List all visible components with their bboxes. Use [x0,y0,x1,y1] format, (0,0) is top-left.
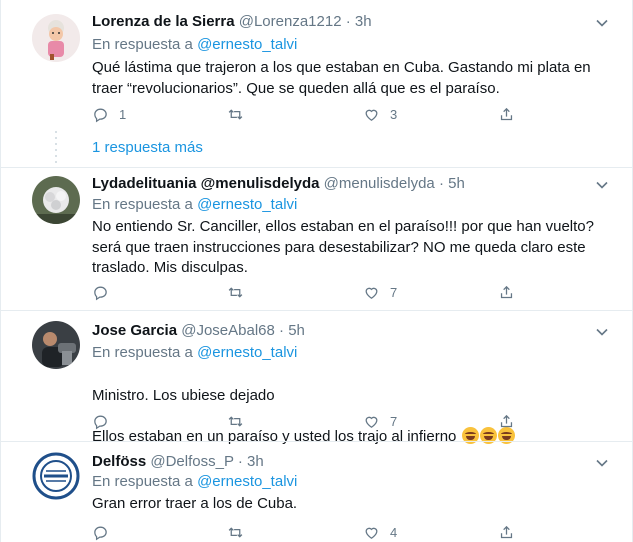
tweet-actions: 7 [92,282,532,302]
retweet-button[interactable] [227,522,244,542]
reply-count: 1 [119,106,127,122]
reply-to-link[interactable]: @ernesto_talvi [197,344,297,361]
heart-icon [365,287,378,299]
retweet-button[interactable] [227,282,244,302]
tweet-text: Qué lástima que trajeron a los que estab… [92,59,591,97]
tweet-1[interactable]: Lorenza de la Sierra @Lorenza1212 · 3h E… [1,0,632,168]
reply-icon [94,286,107,300]
like-button[interactable]: 7 [363,282,397,302]
tweet-4[interactable]: Delföss @Delfoss_P · 3h En respuesta a @… [1,442,632,542]
reply-to-link[interactable]: @ernesto_talvi [197,196,297,213]
share-icon [500,525,513,538]
chevron-down-icon[interactable] [594,455,610,471]
thread-dots [52,131,60,167]
timestamp[interactable]: 5h [448,175,465,192]
tweet-text-line: Ministro. Los ubiese dejado [92,386,275,404]
tweet-actions: 7 [92,411,532,431]
tweet-actions: 1 3 [92,104,532,124]
timestamp[interactable]: 5h [288,322,305,339]
reply-button[interactable]: 1 [92,104,126,124]
chevron-down-icon[interactable] [594,324,610,340]
tweet-feed: Lorenza de la Sierra @Lorenza1212 · 3h E… [0,0,633,542]
like-button[interactable]: 3 [363,104,397,124]
circular-logo-icon [32,452,80,500]
chevron-down-icon[interactable] [594,15,610,31]
tweet-header: Lydadelituania @menulisdelyda @menulisde… [92,174,592,194]
separator-dot: · [438,175,444,192]
like-count: 3 [390,106,398,122]
share-button[interactable] [498,282,515,302]
share-icon [500,414,513,427]
retweet-icon [228,108,243,120]
reply-to-link[interactable]: @ernesto_talvi [197,36,297,53]
heart-icon [365,416,378,428]
like-button[interactable]: 4 [363,522,397,542]
avatar[interactable] [32,14,80,62]
display-name[interactable]: Lydadelituania @menulisdelyda [92,175,319,192]
reply-button[interactable] [92,282,109,302]
tweet-text: No entiendo Sr. Canciller, ellos estaban… [92,218,594,277]
tweet-2[interactable]: Lydadelituania @menulisdelyda @menulisde… [1,168,632,310]
grandma-cartoon-icon [32,14,80,62]
share-icon [500,107,513,120]
user-handle[interactable]: @JoseAbal68 [181,322,275,339]
display-name[interactable]: Jose Garcia [92,322,177,339]
timestamp[interactable]: 3h [247,453,264,470]
retweet-button[interactable] [227,411,244,431]
separator-dot: · [279,322,285,339]
reply-icon [94,415,107,429]
tweet-3[interactable]: Jose Garcia @JoseAbal68 · 5h En respuest… [1,311,632,450]
share-button[interactable] [498,104,515,124]
reply-prefix: En respuesta a [92,473,193,490]
tweet-header: Jose Garcia @JoseAbal68 · 5h [92,321,592,341]
reply-context: En respuesta a @ernesto_talvi [92,343,297,363]
retweet-icon [228,286,243,298]
share-button[interactable] [498,411,515,431]
retweet-icon [228,526,243,538]
show-more-replies-link[interactable]: 1 respuesta más [92,138,203,158]
user-handle[interactable]: @Delfoss_P [150,453,233,470]
avatar[interactable] [32,321,80,369]
reply-icon [94,108,107,122]
share-button[interactable] [498,522,515,542]
reply-button[interactable] [92,411,109,431]
retweet-button[interactable] [227,104,244,124]
reply-prefix: En respuesta a [92,36,193,53]
avatar[interactable] [32,176,80,224]
reply-context: En respuesta a @ernesto_talvi [92,195,297,215]
display-name[interactable]: Delföss [92,453,146,470]
like-button[interactable]: 7 [363,411,397,431]
tweet-header: Lorenza de la Sierra @Lorenza1212 · 3h [92,12,592,32]
like-count: 7 [390,413,398,429]
display-name[interactable]: Lorenza de la Sierra [92,13,235,30]
avatar[interactable] [32,452,80,500]
chevron-down-icon[interactable] [594,177,610,193]
user-handle[interactable]: @menulisdelyda [324,175,435,192]
tweet-text: Gran error traer a los de Cuba. [92,495,298,512]
reply-context: En respuesta a @ernesto_talvi [92,472,297,492]
reply-context: En respuesta a @ernesto_talvi [92,35,297,55]
reply-icon [94,526,107,540]
tweet-header: Delföss @Delfoss_P · 3h [92,452,592,472]
man-photo-icon [32,321,80,369]
like-count: 4 [390,524,398,540]
heart-icon [365,109,378,121]
tweet-actions: 4 [92,522,532,542]
flower-photo-icon [32,176,80,224]
reply-prefix: En respuesta a [92,196,193,213]
heart-icon [365,527,378,539]
reply-prefix: En respuesta a [92,344,193,361]
reply-to-link[interactable]: @ernesto_talvi [197,473,297,490]
user-handle[interactable]: @Lorenza1212 [239,13,342,30]
reply-button[interactable] [92,522,109,542]
timestamp[interactable]: 3h [355,13,372,30]
like-count: 7 [390,284,398,300]
separator-dot: · [237,453,243,470]
share-icon [500,285,513,298]
retweet-icon [228,415,243,427]
separator-dot: · [345,13,351,30]
